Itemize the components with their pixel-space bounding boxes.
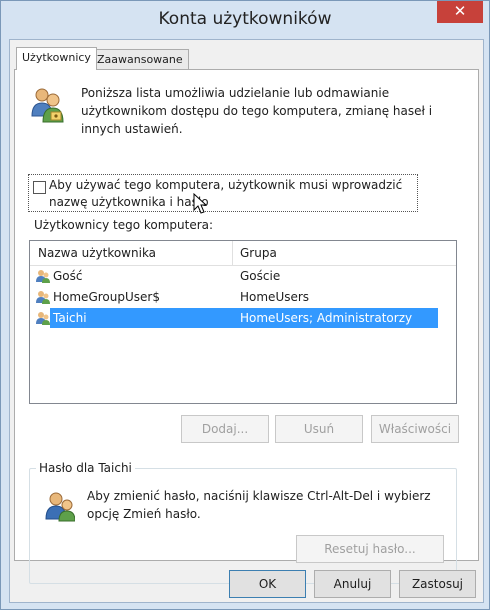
apply-button[interactable]: Zastosuj [399, 570, 476, 598]
require-password-checkbox[interactable] [33, 181, 46, 194]
add-button[interactable]: Dodaj... [181, 415, 269, 443]
title-bar[interactable]: Konta użytkowników ✕ [1, 1, 489, 39]
table-row-selected[interactable]: Taichi HomeUsers; Administratorzy [30, 308, 456, 328]
remove-button[interactable]: Usuń [275, 415, 363, 443]
require-password-label[interactable]: Aby używać tego komputera, użytkownik mu… [49, 177, 414, 211]
ok-button[interactable]: OK [229, 570, 306, 598]
users-icon [31, 88, 64, 123]
user-icon [36, 270, 50, 283]
tab-advanced[interactable]: Zaawansowane [91, 49, 189, 70]
table-row[interactable]: HomeGroupUser$ HomeUsers [30, 287, 456, 307]
row-name: Taichi [53, 311, 87, 325]
users-listview[interactable]: Nazwa użytkownika Grupa Gość Goście Home… [29, 240, 457, 404]
user-icon [36, 291, 50, 304]
row-name: HomeGroupUser$ [53, 290, 160, 304]
require-password-option[interactable]: Aby używać tego komputera, użytkownik mu… [28, 174, 418, 212]
mouse-cursor-icon [193, 193, 207, 214]
row-group: HomeUsers [240, 290, 310, 304]
intro-text: Poniższa lista umożliwia udzielanie lub … [81, 86, 433, 136]
reset-password-button[interactable]: Resetuj hasło... [296, 535, 444, 563]
tab-users[interactable]: Użytkownicy [16, 47, 97, 70]
password-help-text: Aby zmienić hasło, naciśnij klawisze Ctr… [87, 489, 431, 521]
table-row[interactable]: Gość Goście [30, 266, 456, 286]
password-group-title: Hasło dla Taichi [36, 461, 135, 475]
close-button[interactable]: ✕ [437, 1, 483, 23]
column-header-name[interactable]: Nazwa użytkownika [30, 241, 233, 265]
user-key-icon [45, 492, 75, 522]
password-groupbox: Hasło dla Taichi Aby zmienić hasło, naci… [29, 461, 457, 584]
user-accounts-window: Konta użytkowników ✕ Użytkownicy Zaawans… [0, 0, 490, 610]
row-group: HomeUsers; Administratorzy [240, 311, 413, 325]
dialog-client-area: Użytkownicy Zaawansowane Poniższa lista … [9, 39, 484, 603]
window-title: Konta użytkowników [158, 9, 332, 29]
users-list-heading: Użytkownicy tego komputera: [34, 218, 214, 232]
row-name: Gość [53, 269, 83, 283]
cancel-button[interactable]: Anuluj [314, 570, 391, 598]
users-tab-panel: Poniższa lista umożliwia udzielanie lub … [14, 69, 479, 584]
user-icon [36, 312, 50, 325]
column-header-group[interactable]: Grupa [234, 241, 277, 265]
list-header: Nazwa użytkownika Grupa [30, 241, 456, 266]
row-group: Goście [240, 269, 281, 283]
properties-button[interactable]: Właściwości [371, 415, 459, 443]
